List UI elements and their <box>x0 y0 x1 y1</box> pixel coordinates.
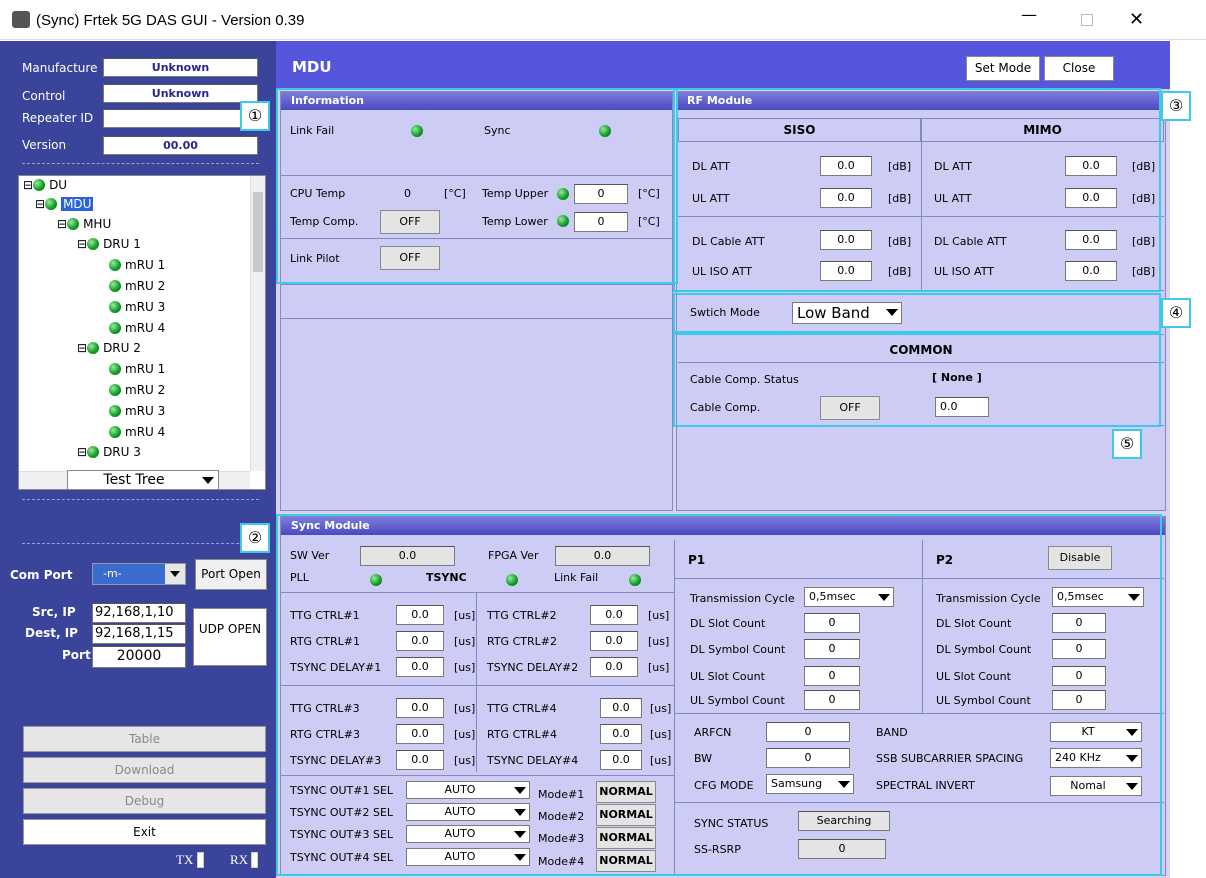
status-led <box>67 218 80 230</box>
dest-ip-label: Dest, IP <box>25 626 78 640</box>
callout-1: ① <box>240 101 270 131</box>
close-icon[interactable]: ✕ <box>1129 10 1144 30</box>
repeater-id-field[interactable] <box>103 109 258 128</box>
tree-item-mru[interactable]: mRU 2 <box>109 278 165 295</box>
com-port-select[interactable]: -m- <box>92 563 186 585</box>
divider <box>22 163 259 164</box>
status-led <box>33 179 46 191</box>
debug-button[interactable]: Debug <box>23 788 266 814</box>
udp-open-button[interactable]: UDP OPEN <box>193 608 267 666</box>
highlight-common <box>673 333 1161 427</box>
maximize-icon[interactable] <box>1081 14 1093 26</box>
status-led <box>109 405 121 417</box>
tree-scrollbar-thumb[interactable] <box>253 192 263 272</box>
exit-button[interactable]: Exit <box>23 819 266 845</box>
manufacture-label: Manufacture <box>22 61 98 75</box>
udp-open-label: UDP OPEN <box>198 622 262 636</box>
tree-item-mdu[interactable]: ⊟ MDU <box>35 196 94 213</box>
tree-item-mru[interactable]: mRU 3 <box>109 403 165 420</box>
tree-item-mru[interactable]: mRU 1 <box>109 361 165 378</box>
status-led <box>109 280 121 292</box>
divider <box>22 499 259 500</box>
status-led <box>109 322 121 334</box>
chevron-down-arrow <box>170 571 180 577</box>
version-label: Version <box>22 138 67 152</box>
version-field: 00.00 <box>103 136 258 155</box>
src-ip-label: Src, IP <box>32 605 76 619</box>
window-title: (Sync) Frtek 5G DAS GUI - Version 0.39 <box>36 12 305 29</box>
table-button[interactable]: Table <box>23 726 266 752</box>
divider <box>280 318 673 319</box>
port-label: Port <box>62 648 91 662</box>
status-led <box>109 301 121 313</box>
status-led <box>109 426 121 438</box>
divider <box>22 543 259 544</box>
status-led <box>109 259 121 271</box>
repeater-id-label: Repeater ID <box>22 111 94 125</box>
tx-indicator <box>197 852 204 868</box>
dest-ip-field[interactable]: 92,168,1,15 <box>92 624 186 644</box>
src-ip-field[interactable]: 92,168,1,10 <box>92 603 186 623</box>
status-led <box>87 342 100 354</box>
port-open-button[interactable]: Port Open <box>195 559 267 590</box>
status-led <box>109 363 121 375</box>
tree-item-dru2[interactable]: ⊟ DRU 2 <box>77 340 141 357</box>
tree-item-dru1[interactable]: ⊟ DRU 1 <box>77 236 141 253</box>
status-led <box>109 384 121 396</box>
tree-item-mru[interactable]: mRU 4 <box>109 320 165 337</box>
app-icon <box>12 11 30 28</box>
callout-2: ② <box>240 523 270 553</box>
chevron-down-icon <box>202 477 214 484</box>
tree-item-dru3[interactable]: ⊟ DRU 3 <box>77 444 141 461</box>
close-button[interactable]: Close <box>1044 56 1114 81</box>
divider <box>280 284 673 285</box>
callout-5: ⑤ <box>1112 429 1142 459</box>
tree-item-du[interactable]: ⊟ DU <box>23 177 67 194</box>
tx-label: TX <box>176 852 194 867</box>
highlight-switch-mode <box>673 293 1161 333</box>
callout-4: ④ <box>1161 298 1191 328</box>
tree-item-mru[interactable]: mRU 2 <box>109 382 165 399</box>
rx-indicator <box>251 852 258 868</box>
manufacture-field: Unknown <box>103 58 258 77</box>
tree-item-mru[interactable]: mRU 1 <box>109 257 165 274</box>
minimize-icon[interactable]: — <box>1021 7 1037 23</box>
tree-select[interactable]: Test Tree <box>67 470 219 489</box>
status-led <box>87 238 100 250</box>
status-led <box>45 198 58 210</box>
highlight-sync-module <box>276 514 1162 876</box>
title-bar: (Sync) Frtek 5G DAS GUI - Version 0.39 —… <box>0 0 1206 40</box>
callout-3: ③ <box>1161 91 1191 121</box>
tree-item-mru[interactable]: mRU 4 <box>109 424 165 441</box>
rx-label: RX <box>230 852 249 867</box>
download-button[interactable]: Download <box>23 757 266 783</box>
status-led <box>87 446 100 458</box>
com-port-label: Com Port <box>10 568 73 582</box>
control-label: Control <box>22 89 66 103</box>
tree-item-mhu[interactable]: ⊟ MHU <box>57 216 111 233</box>
device-tree[interactable]: ⊟ DU ⊟ MDU ⊟ MHU ⊟ DRU 1 mRU 1 mRU 2 mRU 3 m… <box>18 175 266 490</box>
control-field: Unknown <box>103 84 258 103</box>
set-mode-button[interactable]: Set Mode <box>966 56 1040 81</box>
tree-item-mru[interactable]: mRU 3 <box>109 299 165 316</box>
sidebar: Manufacture Unknown Control Unknown Repe… <box>0 41 276 878</box>
highlight-information <box>276 88 678 284</box>
port-field[interactable]: 20000 <box>92 646 186 668</box>
highlight-rf-module <box>673 88 1161 292</box>
page-title: MDU <box>292 58 332 76</box>
